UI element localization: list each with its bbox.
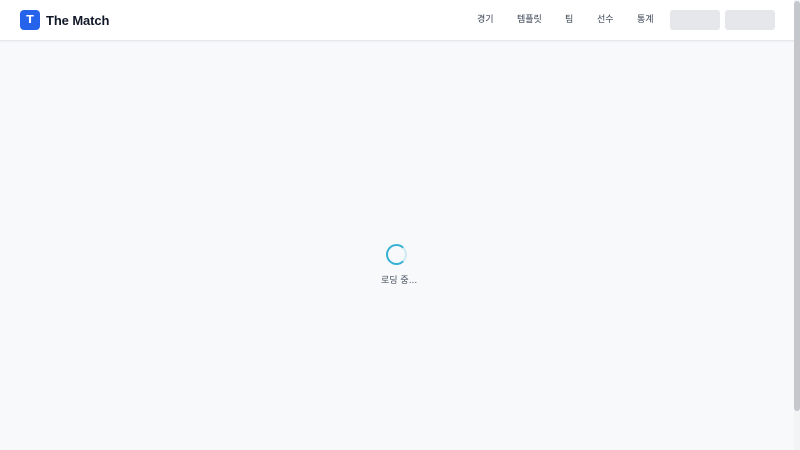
nav-link-players[interactable]: 선수: [597, 14, 614, 26]
nav-link-stats[interactable]: 통계: [637, 14, 654, 26]
brand-name: The Match: [46, 12, 110, 28]
top-navbar: T The Match 경기 템플릿 팀 선수 통계: [0, 0, 794, 41]
auth-button-skeleton: [725, 10, 775, 30]
brand-logo-link[interactable]: T The Match: [20, 10, 109, 30]
scrollbar-thumb[interactable]: [794, 1, 800, 411]
auth-button-skeleton: [670, 10, 720, 30]
nav-link-teams[interactable]: 팀: [565, 14, 573, 26]
app-root: T The Match 경기 템플릿 팀 선수 통계 로딩 중...: [0, 0, 800, 450]
page-scrollbar[interactable]: [794, 0, 800, 450]
nav-link-templates[interactable]: 템플릿: [517, 14, 542, 26]
loading-text: 로딩 중...: [381, 276, 418, 286]
loading-spinner-icon: [386, 244, 407, 265]
brand-logo-icon: T: [20, 10, 40, 30]
nav-link-matches[interactable]: 경기: [477, 14, 494, 26]
